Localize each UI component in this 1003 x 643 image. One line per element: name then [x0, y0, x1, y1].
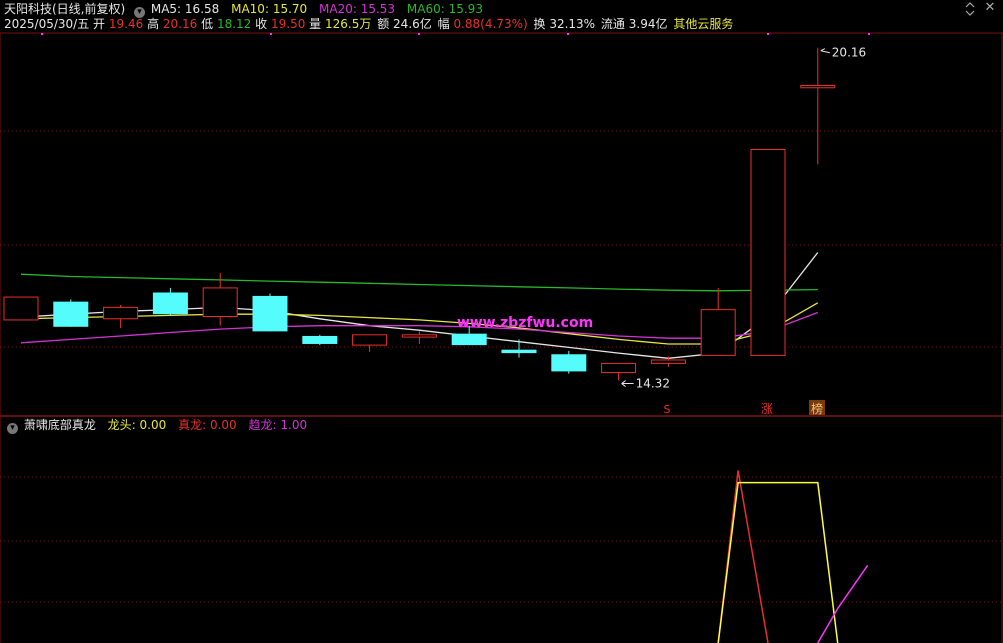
candle-body-up — [800, 84, 836, 89]
top-tick — [41, 33, 43, 35]
signal-s-marker[interactable]: S — [664, 403, 671, 416]
candle-body-up — [202, 287, 238, 318]
watermark: www.zbzfwu.com — [457, 315, 593, 331]
top-tick — [270, 33, 272, 35]
indicator-line — [817, 564, 869, 643]
chart-canvas[interactable]: www.zbzfwu.com 20.16 14.32 S 涨 榜 — [0, 0, 1003, 643]
indicator-lines — [717, 470, 869, 643]
candle-body-up — [103, 306, 139, 320]
limit-up-marker[interactable]: 涨 — [761, 401, 773, 416]
candle-body-up — [650, 359, 686, 364]
candle-body-up — [750, 149, 786, 356]
top-tick — [868, 33, 870, 35]
candle-body-down — [551, 354, 587, 372]
indicator-line — [717, 470, 769, 643]
candle-body-down — [252, 295, 288, 332]
indicator-line — [717, 481, 839, 643]
candle-body-up — [401, 334, 437, 338]
top-tick — [767, 33, 769, 35]
candle-body-down — [302, 335, 338, 344]
candle-body-up — [601, 362, 637, 374]
candle-body-down — [53, 301, 89, 327]
candle-body-up — [3, 296, 39, 321]
min-price-label: 14.32 — [636, 377, 670, 391]
candle-body-up — [700, 309, 736, 356]
ma-line-ma60 — [20, 273, 818, 292]
grid — [0, 32, 1003, 643]
candle-body-down — [152, 292, 188, 315]
candle-body-down — [501, 349, 537, 354]
candle-body-down — [451, 333, 487, 346]
max-price-label: 20.16 — [832, 46, 866, 60]
top-tick — [418, 33, 420, 35]
board-list-marker[interactable]: 榜 — [811, 401, 823, 416]
max-price-arrow — [820, 48, 830, 54]
min-price-arrow — [621, 380, 634, 387]
candle-body-up — [352, 334, 388, 346]
top-tick — [567, 33, 569, 35]
